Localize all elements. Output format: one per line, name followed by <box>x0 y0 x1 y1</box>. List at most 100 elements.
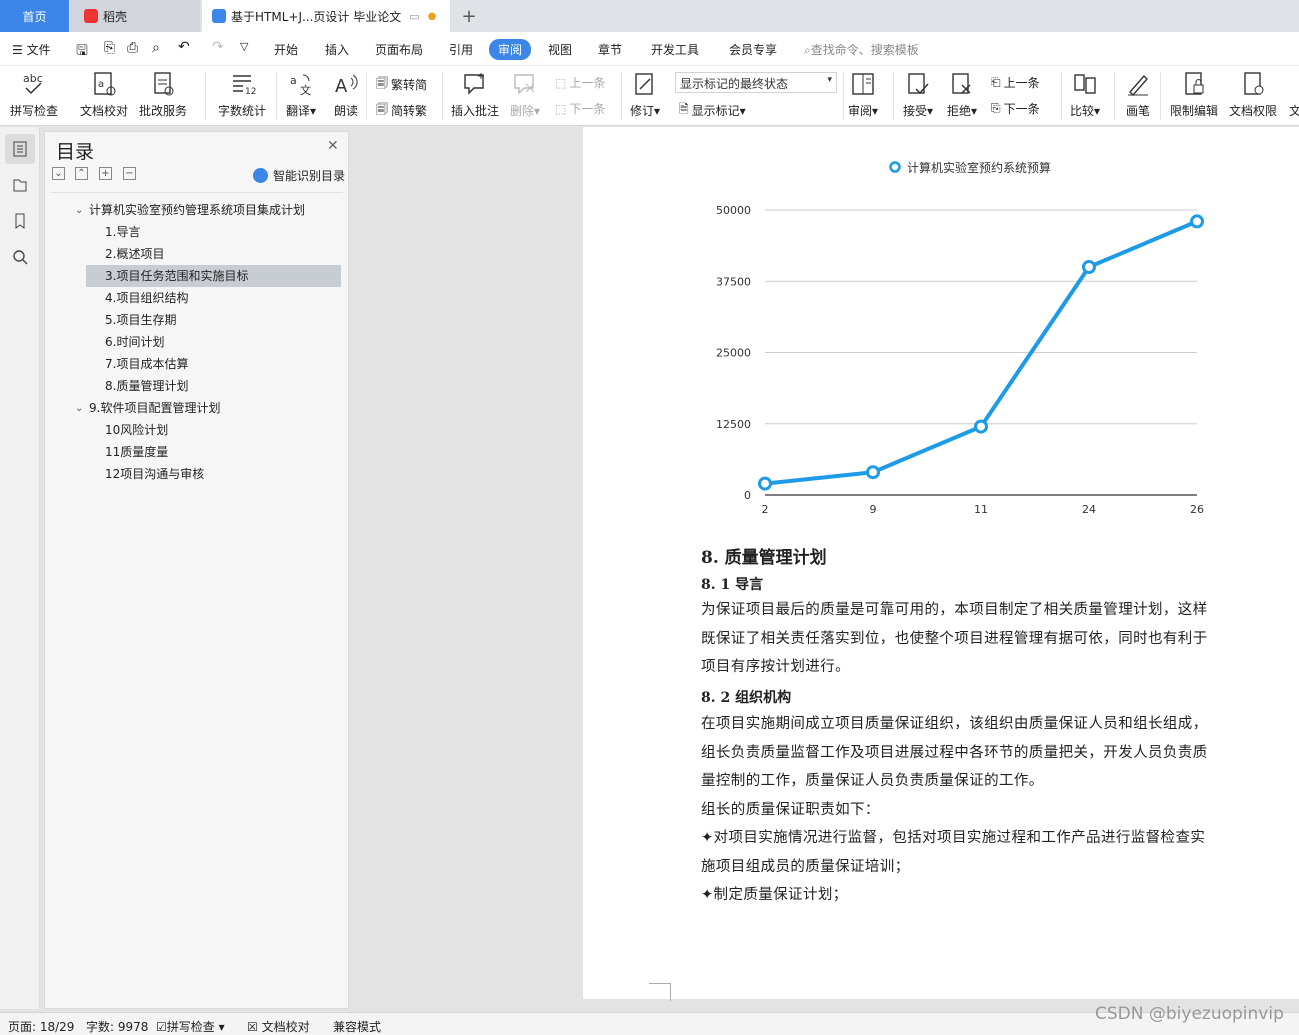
menu-insert[interactable]: 插入 <box>325 41 349 58</box>
tab-daoke-label: 稻壳 <box>103 9 128 24</box>
menu-chapter[interactable]: 章节 <box>598 41 622 58</box>
ribbon-divider <box>205 72 206 120</box>
collapse-all-icon[interactable]: ⌄ <box>52 167 65 180</box>
tab-daoke[interactable]: 稻壳 <box>70 0 200 32</box>
menu-file[interactable]: ☰ 文件 <box>12 41 51 58</box>
word-count-button[interactable]: 12 字数统计 <box>218 70 266 119</box>
delete-comment-button[interactable]: 删除▾ <box>510 70 540 119</box>
reject-label: 拒绝▾ <box>947 104 978 118</box>
prev-change-label: 上一条 <box>1003 76 1040 90</box>
monitor-icon[interactable]: ▭ <box>409 10 419 23</box>
chapter-nav-button[interactable] <box>5 170 35 200</box>
next-change-button[interactable]: ⎘ 下一条 <box>991 100 1040 117</box>
toc-panel: 目录 ✕ ⌄ ⌃ + − 智能识别目录 ⌄ 计算机实验室预约管理系统项目集成计划… <box>44 131 349 1009</box>
chevron-down-icon[interactable]: ⌄ <box>75 403 83 414</box>
read-aloud-button[interactable]: A 朗读 <box>332 70 360 119</box>
word-count-indicator[interactable]: 字数: 9978 <box>86 1018 148 1035</box>
document-rights-button[interactable]: 文档权限 <box>1229 70 1277 119</box>
toc-item[interactable]: 6.时间计划 <box>105 331 164 353</box>
menu-review[interactable]: 审阅 <box>489 39 532 60</box>
simp-to-trad-button[interactable]: 🗐 简转繁 <box>376 100 427 121</box>
toc-nav-button[interactable] <box>5 134 35 164</box>
markup-state-select[interactable]: 显示标记的最终状态 ▾ <box>675 72 837 93</box>
export-pdf-icon[interactable]: ⎘ <box>104 40 115 56</box>
wps-writer-icon <box>212 9 226 23</box>
redo-icon[interactable]: ↷ <box>212 39 224 55</box>
page-indicator[interactable]: 页面: 18/29 <box>8 1018 74 1035</box>
review-pane-icon <box>852 73 874 95</box>
doc-proofread-label: 文档校对 <box>80 104 129 118</box>
translate-button[interactable]: a文 翻译▾ <box>286 70 316 119</box>
status-spell-label: 拼写检查 <box>166 1020 215 1034</box>
toc-item[interactable]: 11质量度量 <box>105 441 168 463</box>
accept-icon <box>908 73 929 95</box>
chevron-down-icon[interactable]: ⌄ <box>75 205 83 216</box>
close-icon[interactable]: ✕ <box>327 138 339 154</box>
accept-button[interactable]: 接受▾ <box>903 70 933 119</box>
svg-text:A: A <box>335 76 348 97</box>
ribbon-divider <box>366 72 367 120</box>
x-tick-label: 24 <box>1082 503 1096 516</box>
menu-developer[interactable]: 开发工具 <box>651 41 699 58</box>
menu-start[interactable]: 开始 <box>274 41 298 58</box>
remove-heading-icon[interactable]: − <box>123 167 136 180</box>
toc-item[interactable]: 8.质量管理计划 <box>105 375 188 397</box>
simp-trad-icon: 🗐 <box>376 102 388 116</box>
command-search[interactable]: ⌕查找命令、搜索模板 <box>804 41 919 58</box>
print-preview-icon[interactable]: ⌕ <box>152 40 160 56</box>
toc-item[interactable]: 9.软件项目配置管理计划 <box>89 397 220 419</box>
next-comment-label: 下一条 <box>569 102 606 116</box>
restrict-editing-button[interactable]: 限制编辑 <box>1170 70 1218 119</box>
spell-check-button[interactable]: abc 拼写检查 <box>10 70 58 119</box>
toc-item[interactable]: 12项目沟通与审核 <box>105 463 204 485</box>
doc-proofread-button[interactable]: a 文档校对 <box>80 70 128 119</box>
quick-access-dropdown-icon[interactable]: ▽ <box>240 40 248 53</box>
menu-view[interactable]: 视图 <box>548 41 572 58</box>
status-spell-check[interactable]: ☑拼写检查 ▾ <box>156 1018 225 1035</box>
status-proofread[interactable]: ☒ 文档校对 <box>247 1018 310 1035</box>
lock-document-icon <box>1185 72 1204 95</box>
search-nav-button[interactable] <box>5 242 35 272</box>
prev-change-button[interactable]: ⎗ 上一条 <box>991 74 1040 91</box>
trad-to-simp-button[interactable]: 🗐 繁转简 <box>376 74 427 95</box>
menu-references[interactable]: 引用 <box>449 41 473 58</box>
toc-item[interactable]: 2.概述项目 <box>105 243 164 265</box>
toc-item[interactable]: 4.项目组织结构 <box>105 287 188 309</box>
new-tab-button[interactable]: + <box>458 0 480 32</box>
simp-to-trad-label: 简转繁 <box>391 104 428 118</box>
undo-icon[interactable]: ↶ <box>178 39 190 55</box>
save-icon[interactable]: 🖫 <box>76 40 88 64</box>
smart-toc-button[interactable]: 智能识别目录 <box>253 167 345 184</box>
toc-item[interactable]: 计算机实验室预约管理系统项目集成计划 <box>89 199 305 221</box>
compare-button[interactable]: 比较▾ <box>1070 70 1100 119</box>
next-comment-button[interactable]: ⬚ 下一条 <box>555 100 605 117</box>
insert-comment-button[interactable]: 插入批注 <box>451 70 499 119</box>
ribbon-overflow-label[interactable]: 文 <box>1289 102 1299 119</box>
compare-icon <box>1074 74 1096 94</box>
tab-document[interactable]: 基于HTML+J...页设计 毕业论文 ▭ ● <box>202 0 450 32</box>
show-markup-button[interactable]: 🗎 显示标记 ▾ <box>679 100 746 121</box>
pen-button[interactable]: 画笔 <box>1124 70 1152 119</box>
toc-item-selected[interactable]: 3.项目任务范围和实施目标 <box>86 265 341 287</box>
add-heading-icon[interactable]: + <box>99 167 112 180</box>
comment-service-button[interactable]: 批改服务 <box>139 70 187 119</box>
menu-page-layout[interactable]: 页面布局 <box>375 41 423 58</box>
menu-membership[interactable]: 会员专享 <box>729 41 777 58</box>
toc-item[interactable]: 10风险计划 <box>105 419 168 441</box>
prev-comment-button[interactable]: ⬚ 上一条 <box>555 74 605 91</box>
checkbox-icon: ☑ <box>156 1020 167 1034</box>
toc-item[interactable]: 1.导言 <box>105 221 140 243</box>
toc-item[interactable]: 5.项目生存期 <box>105 309 176 331</box>
toc-item[interactable]: 7.项目成本估算 <box>105 353 188 375</box>
review-pane-button[interactable]: 审阅▾ <box>848 70 878 119</box>
reject-icon <box>952 73 971 94</box>
bookmark-nav-button[interactable] <box>5 206 35 236</box>
spell-check-icon: abc <box>23 72 43 95</box>
data-point <box>866 465 880 480</box>
expand-up-icon[interactable]: ⌃ <box>75 167 88 180</box>
tab-home[interactable]: 首页 <box>0 0 69 32</box>
print-icon[interactable]: ⎙ <box>127 40 138 56</box>
track-changes-button[interactable]: 修订▾ <box>630 70 660 119</box>
read-aloud-label: 朗读 <box>333 104 358 118</box>
reject-button[interactable]: 拒绝▾ <box>947 70 977 119</box>
